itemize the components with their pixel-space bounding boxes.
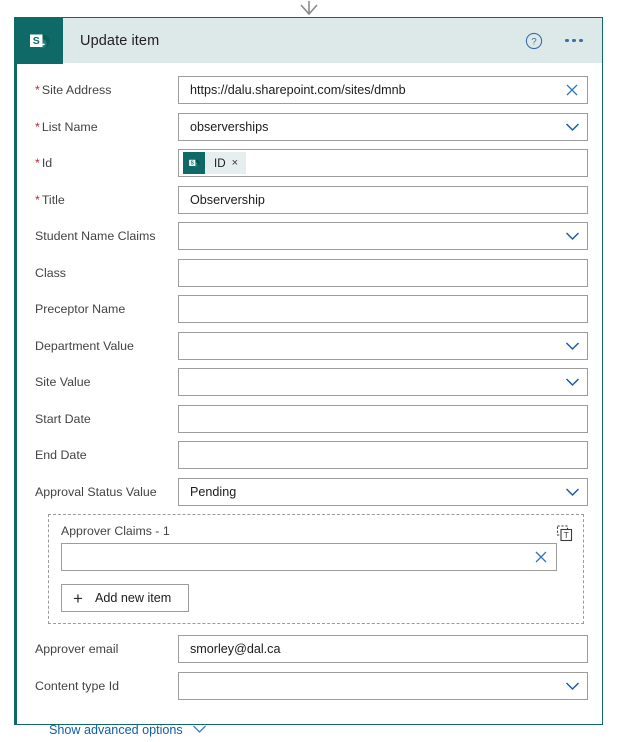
chevron-down-icon[interactable] — [557, 114, 587, 140]
field-approver-email: Approver email smorley@dal.ca — [31, 635, 588, 663]
chevron-down-icon[interactable] — [557, 369, 587, 395]
end-date-input[interactable] — [178, 441, 588, 469]
site-address-input[interactable]: https://dalu.sharepoint.com/sites/dmnb — [178, 76, 588, 104]
required-asterisk: * — [35, 192, 40, 207]
field-label-content-type-id: Content type Id — [35, 678, 120, 693]
required-asterisk: * — [35, 83, 40, 97]
add-new-item-label: Add new item — [94, 591, 172, 605]
plus-icon: + — [73, 588, 83, 608]
token-remove-icon[interactable]: × — [232, 157, 246, 169]
list-name-value: observerships — [190, 119, 269, 134]
field-label-department-value: Department Value — [35, 338, 134, 353]
approver-email-value: smorley@dal.ca — [190, 642, 281, 656]
approval-status-value-dropdown[interactable]: Pending — [178, 477, 588, 506]
content-type-id-dropdown[interactable] — [178, 671, 588, 700]
card-body: * Site Address https://dalu.sharepoint.co… — [17, 64, 602, 739]
chevron-down-icon[interactable] — [557, 673, 587, 699]
approval-status-value-value: Pending — [190, 484, 237, 499]
department-value-dropdown[interactable] — [178, 331, 588, 360]
update-item-card: S Update item ? * Site Address https://d… — [14, 17, 603, 737]
field-preceptor-name: Preceptor Name — [31, 295, 588, 323]
switch-to-text-mode-icon[interactable]: T — [554, 523, 574, 543]
field-label-class: Class — [35, 265, 66, 280]
sharepoint-icon: S — [17, 17, 63, 64]
ellipsis-icon[interactable] — [562, 38, 586, 43]
required-asterisk: * — [35, 156, 40, 170]
field-label-student-name-claims: Student Name Claims — [35, 229, 156, 243]
card-title: Update item — [80, 32, 160, 49]
show-advanced-options-link[interactable]: Show advanced options — [49, 721, 207, 739]
preceptor-name-input[interactable] — [178, 295, 588, 323]
flow-connector — [0, 0, 617, 18]
chevron-down-icon[interactable] — [557, 479, 587, 505]
field-student-name-claims: Student Name Claims — [31, 222, 588, 250]
clear-x-icon[interactable] — [557, 77, 587, 103]
svg-text:S: S — [33, 35, 40, 47]
field-id: * Id S ID × — [31, 149, 588, 177]
student-name-claims-dropdown[interactable] — [178, 222, 588, 250]
field-start-date: Start Date — [31, 404, 588, 433]
field-label-end-date: End Date — [35, 448, 87, 462]
show-advanced-options-label: Show advanced options — [49, 723, 183, 737]
field-label-approver-email: Approver email — [35, 642, 119, 656]
approver-claims-array: Approver Claims - 1 T + Add new item — [48, 514, 584, 624]
list-name-dropdown[interactable]: observerships — [178, 112, 588, 141]
approver-claims-title: Approver Claims - 1 — [61, 524, 170, 538]
title-value: Observership — [190, 192, 265, 207]
token-label: ID — [214, 156, 226, 170]
svg-text:T: T — [563, 530, 568, 540]
header-actions: ? — [524, 31, 602, 51]
field-site-address: * Site Address https://dalu.sharepoint.co… — [31, 76, 588, 104]
field-department-value: Department Value — [31, 331, 588, 360]
title-input[interactable]: Observership — [178, 185, 588, 214]
field-approval-status-value: Approval Status Value Pending — [31, 477, 588, 506]
sharepoint-icon: S — [183, 152, 205, 174]
chevron-down-icon[interactable] — [557, 223, 587, 249]
svg-text:S: S — [191, 161, 195, 167]
field-title: * Title Observership — [31, 185, 588, 214]
field-content-type-id: Content type Id — [31, 671, 588, 700]
id-input[interactable]: S ID × — [178, 149, 588, 177]
arrow-down-icon — [299, 1, 318, 16]
start-date-input[interactable] — [178, 404, 588, 433]
svg-text:?: ? — [531, 36, 536, 47]
field-site-value: Site Value — [31, 368, 588, 396]
field-list-name: * List Name observerships — [31, 112, 588, 141]
required-asterisk: * — [35, 119, 40, 134]
field-label-id: * Id — [35, 156, 53, 170]
site-address-value: https://dalu.sharepoint.com/sites/dmnb — [190, 83, 406, 97]
approver-email-input[interactable]: smorley@dal.ca — [178, 635, 588, 663]
card-header[interactable]: S Update item ? — [17, 17, 602, 64]
field-label-approval-status-value: Approval Status Value — [35, 484, 157, 499]
approver-claims-input[interactable] — [61, 543, 557, 571]
field-label-start-date: Start Date — [35, 411, 91, 426]
field-class: Class — [31, 258, 588, 287]
clear-x-icon[interactable] — [526, 544, 556, 570]
dynamic-content-token[interactable]: S ID × — [183, 152, 247, 174]
field-end-date: End Date — [31, 441, 588, 469]
action-card-screen: S Update item ? * Site Address https://d… — [0, 0, 617, 742]
add-new-item-button[interactable]: + Add new item — [61, 584, 190, 612]
chevron-down-icon[interactable] — [192, 721, 207, 739]
field-label-list-name: * List Name — [35, 119, 98, 134]
field-label-site-value: Site Value — [35, 375, 91, 389]
site-value-dropdown[interactable] — [178, 368, 588, 396]
field-label-title: * Title — [35, 192, 65, 207]
chevron-down-icon[interactable] — [557, 333, 587, 359]
field-label-preceptor-name: Preceptor Name — [35, 302, 126, 316]
help-circle-icon[interactable]: ? — [524, 31, 544, 51]
class-input[interactable] — [178, 258, 588, 287]
field-label-site-address: * Site Address — [35, 83, 112, 97]
